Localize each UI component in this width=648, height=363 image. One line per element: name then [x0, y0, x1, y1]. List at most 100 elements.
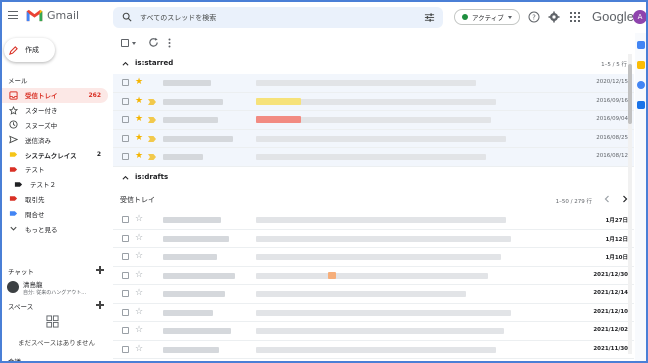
row-checkbox[interactable]	[122, 134, 129, 142]
subject-redacted	[256, 235, 511, 242]
sidebar-item-1[interactable]: スター付き	[2, 103, 108, 118]
contacts-icon[interactable]	[637, 101, 645, 109]
mail-row[interactable]: ★ 2016/09/16	[113, 92, 634, 111]
drafts-section-header[interactable]: is:drafts	[113, 169, 634, 187]
status-selector[interactable]: アクティブ	[454, 9, 520, 25]
sidebar-item-7[interactable]: 取引先	[2, 192, 108, 207]
select-all-checkbox[interactable]	[121, 39, 129, 47]
star-filled-icon[interactable]: ★	[135, 151, 143, 162]
search-input[interactable]: すべてのスレッドを検索	[140, 13, 216, 23]
row-checkbox[interactable]	[122, 97, 129, 105]
chevron-up-icon[interactable]	[122, 175, 129, 180]
label-icon	[9, 165, 18, 174]
row-checkbox[interactable]	[122, 345, 129, 353]
keep-icon[interactable]	[637, 61, 645, 69]
spaces-empty-icon	[46, 315, 59, 328]
sender-redacted	[163, 154, 203, 160]
add-chat-icon[interactable]	[96, 266, 104, 274]
sidebar-item-8[interactable]: 問合せ	[2, 206, 108, 221]
mail-row[interactable]: ☆ 2021/11/30	[113, 341, 634, 359]
mail-date: 2021/12/30	[593, 271, 628, 278]
add-space-icon[interactable]	[96, 301, 104, 309]
star-filled-icon[interactable]: ★	[135, 133, 143, 144]
search-bar[interactable]: すべてのスレッドを検索	[113, 7, 443, 28]
compose-button[interactable]: 作成	[4, 38, 55, 62]
inbox-section-header: 受信トレイ 1–50 / 279 行	[113, 190, 634, 210]
mail-row[interactable]: ☆ 2021/12/14	[113, 285, 634, 304]
apps-grid-icon[interactable]	[569, 11, 581, 23]
sidebar-item-label: 送信済み	[25, 136, 51, 145]
star-filled-icon[interactable]: ★	[135, 77, 143, 88]
star-filled-icon[interactable]: ★	[135, 96, 143, 107]
scrollbar[interactable]	[628, 54, 632, 354]
scrollbar-thumb[interactable]	[628, 64, 632, 124]
chevron-up-icon[interactable]	[122, 61, 129, 66]
star-outline-icon[interactable]: ☆	[135, 344, 143, 355]
star-outline-icon[interactable]: ☆	[135, 325, 143, 336]
star-outline-icon[interactable]: ☆	[135, 251, 143, 262]
sidebar-item-6[interactable]: テスト２	[2, 177, 108, 192]
row-checkbox[interactable]	[122, 308, 129, 316]
main-menu-icon[interactable]	[8, 11, 18, 21]
chat-contact[interactable]: 清島龍 自分: 従来のハングアウト...	[7, 281, 86, 296]
star-outline-icon[interactable]: ☆	[135, 307, 143, 318]
label-icon	[9, 209, 18, 218]
sender-redacted	[163, 80, 211, 86]
refresh-icon[interactable]	[148, 37, 159, 48]
mail-row[interactable]: ☆ 1月27日	[113, 211, 634, 230]
calendar-icon[interactable]	[637, 41, 645, 49]
sidebar-item-9[interactable]: もっと見る	[2, 221, 108, 236]
star-filled-icon[interactable]: ★	[135, 114, 143, 125]
important-marker-icon[interactable]	[148, 117, 156, 123]
pagination-range: 1–50 / 279 行	[555, 199, 592, 205]
subject-redacted	[256, 217, 506, 223]
row-checkbox[interactable]	[122, 116, 129, 123]
more-options-icon[interactable]	[168, 38, 171, 48]
sidebar-item-5[interactable]: テスト	[2, 162, 108, 177]
star-outline-icon[interactable]: ☆	[135, 233, 143, 244]
mail-row[interactable]: ☆ 2021/12/02	[113, 322, 634, 341]
row-checkbox[interactable]	[122, 79, 129, 86]
star-outline-icon[interactable]: ☆	[135, 270, 143, 281]
gmail-logo[interactable]: Gmail	[26, 9, 79, 22]
mail-date: 1月27日	[605, 218, 628, 224]
row-checkbox[interactable]	[122, 253, 129, 260]
sidebar-item-label: もっと見る	[25, 225, 58, 234]
caret-down-icon	[507, 15, 512, 19]
mail-row[interactable]: ☆ 2021/12/10	[113, 304, 634, 322]
row-checkbox[interactable]	[122, 153, 129, 160]
google-wordmark[interactable]: Google	[592, 9, 634, 24]
mail-date: 2016/08/12	[596, 153, 628, 159]
mail-row[interactable]: ★ 2016/09/04	[113, 111, 634, 130]
sidebar-item-label: テスト２	[30, 181, 56, 190]
important-marker-icon[interactable]	[148, 98, 156, 105]
row-checkbox[interactable]	[122, 290, 129, 297]
row-checkbox[interactable]	[122, 234, 129, 242]
star-outline-icon[interactable]: ☆	[135, 288, 143, 299]
select-menu-caret-icon[interactable]	[132, 42, 136, 45]
tasks-icon[interactable]	[637, 81, 645, 89]
starred-section-header[interactable]: is:starred 1–5 / 5 行	[113, 55, 634, 73]
search-icon[interactable]	[122, 12, 132, 22]
sidebar-item-0[interactable]: 受信トレイ 262	[2, 88, 108, 103]
important-marker-icon[interactable]	[148, 135, 156, 142]
help-icon[interactable]: ?	[528, 11, 540, 23]
mail-row[interactable]: ★ 2020/12/15	[113, 74, 634, 93]
mail-row[interactable]: ☆ 2021/12/30	[113, 267, 634, 285]
row-checkbox[interactable]	[122, 327, 129, 334]
star-outline-icon[interactable]: ☆	[135, 214, 143, 225]
chevron-left-icon[interactable]	[603, 195, 611, 203]
mail-row[interactable]: ★ 2016/08/12	[113, 148, 634, 167]
account-avatar[interactable]: A	[633, 10, 646, 24]
sidebar-item-4[interactable]: システムクレイス 2	[2, 147, 108, 162]
sidebar-item-2[interactable]: スヌーズ中	[2, 118, 108, 133]
row-checkbox[interactable]	[122, 271, 129, 279]
mail-row[interactable]: ★ 2016/08/25	[113, 129, 634, 148]
row-checkbox[interactable]	[122, 216, 129, 223]
mail-row[interactable]: ☆ 1月12日	[113, 230, 634, 248]
mail-row[interactable]: ☆ 1月10日	[113, 248, 634, 267]
sidebar-item-3[interactable]: 送信済み	[2, 132, 108, 147]
search-options-icon[interactable]	[424, 12, 435, 23]
important-marker-icon[interactable]	[148, 154, 156, 160]
settings-gear-icon[interactable]	[548, 11, 560, 23]
